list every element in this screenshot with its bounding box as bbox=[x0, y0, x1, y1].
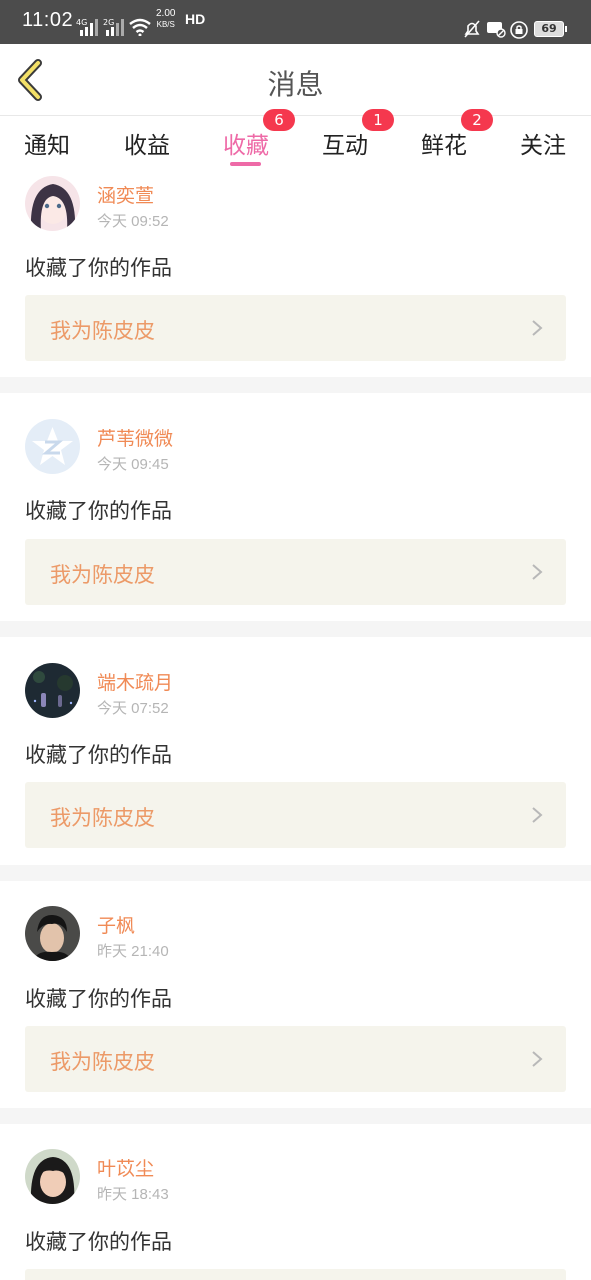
flowers-badge: 2 bbox=[461, 109, 493, 131]
username[interactable]: 叶苡尘 bbox=[97, 1154, 154, 1181]
work-link[interactable]: 我为陈皮皮 bbox=[25, 295, 566, 361]
battery-indicator: 69 bbox=[534, 21, 567, 37]
tab-notifications[interactable]: 通知 bbox=[7, 126, 87, 160]
tab-bar: 通知 收益 收藏 互动 鲜花 关注 bbox=[0, 116, 591, 172]
message-off-icon bbox=[487, 22, 506, 38]
chevron-right-icon bbox=[532, 1051, 543, 1067]
active-tab-indicator bbox=[230, 162, 261, 166]
message-card: 芦苇微微 今天 09:45 收藏了你的作品 我为陈皮皮 bbox=[0, 393, 591, 621]
signal-icon bbox=[80, 19, 98, 36]
message-card: 涵奕萱 今天 09:52 收藏了你的作品 我为陈皮皮 bbox=[0, 172, 591, 377]
work-title: 我为陈皮皮 bbox=[50, 563, 155, 587]
message-time: 昨天 18:43 bbox=[97, 1186, 169, 1203]
message-time: 今天 07:52 bbox=[97, 700, 169, 717]
hd-label: HD bbox=[185, 11, 206, 27]
status-bar: 11:02 4G 2G 2.00 KB/S HD 69 bbox=[0, 0, 591, 44]
divider bbox=[0, 377, 591, 393]
status-time: 11:02 bbox=[22, 9, 74, 31]
divider bbox=[0, 865, 591, 881]
work-link[interactable]: 我为陈皮皮 bbox=[25, 1026, 566, 1092]
username[interactable]: 涵奕萱 bbox=[97, 181, 154, 208]
message-card: 端木疏月 今天 07:52 收藏了你的作品 我为陈皮皮 bbox=[0, 637, 591, 865]
work-title: 我为陈皮皮 bbox=[50, 1050, 155, 1074]
wifi-icon bbox=[129, 18, 151, 36]
network-speed: 2.00 KB/S bbox=[156, 8, 175, 30]
work-link[interactable] bbox=[25, 1269, 566, 1280]
tab-earnings[interactable]: 收益 bbox=[107, 126, 187, 160]
avatar[interactable] bbox=[25, 906, 80, 961]
mute-icon bbox=[464, 20, 480, 38]
work-title: 我为陈皮皮 bbox=[50, 806, 155, 830]
tab-following[interactable]: 关注 bbox=[503, 126, 583, 160]
tab-flowers[interactable]: 鲜花 bbox=[404, 126, 484, 160]
favorites-badge: 6 bbox=[263, 109, 295, 131]
avatar[interactable] bbox=[25, 663, 80, 718]
message-time: 今天 09:45 bbox=[97, 456, 169, 473]
work-link[interactable]: 我为陈皮皮 bbox=[25, 539, 566, 605]
chevron-right-icon bbox=[532, 320, 543, 336]
message-time: 今天 09:52 bbox=[97, 213, 169, 230]
speed-value: 2.00 bbox=[156, 8, 176, 19]
username[interactable]: 芦苇微微 bbox=[97, 424, 173, 451]
avatar-image bbox=[25, 1149, 80, 1204]
avatar-image bbox=[25, 176, 80, 231]
rotation-lock-icon bbox=[510, 21, 528, 39]
message-action: 收藏了你的作品 bbox=[25, 256, 172, 280]
page-title: 消息 bbox=[267, 68, 324, 101]
avatar[interactable] bbox=[25, 176, 80, 231]
username[interactable]: 子枫 bbox=[97, 911, 135, 938]
message-card: 子枫 昨天 21:40 收藏了你的作品 我为陈皮皮 bbox=[0, 881, 591, 1108]
divider bbox=[0, 1108, 591, 1124]
work-title: 我为陈皮皮 bbox=[50, 319, 155, 343]
avatar-image bbox=[25, 906, 80, 961]
message-action: 收藏了你的作品 bbox=[25, 1230, 172, 1254]
speed-unit: KB/S bbox=[156, 20, 175, 29]
avatar[interactable] bbox=[25, 1149, 80, 1204]
message-card: 叶苡尘 昨天 18:43 收藏了你的作品 bbox=[0, 1124, 591, 1280]
tab-favorites[interactable]: 收藏 bbox=[206, 126, 286, 160]
work-link[interactable]: 我为陈皮皮 bbox=[25, 782, 566, 848]
avatar[interactable] bbox=[25, 419, 80, 474]
default-avatar-icon bbox=[25, 419, 80, 474]
interactions-badge: 1 bbox=[362, 109, 394, 131]
chevron-right-icon bbox=[532, 564, 543, 580]
signal-icon-2 bbox=[106, 19, 124, 36]
app-header: 消息 bbox=[0, 44, 591, 116]
message-action: 收藏了你的作品 bbox=[25, 743, 172, 767]
message-action: 收藏了你的作品 bbox=[25, 499, 172, 523]
message-action: 收藏了你的作品 bbox=[25, 987, 172, 1011]
divider bbox=[0, 621, 591, 637]
tab-interactions[interactable]: 互动 bbox=[305, 126, 385, 160]
username[interactable]: 端木疏月 bbox=[97, 668, 173, 695]
message-time: 昨天 21:40 bbox=[97, 943, 169, 960]
avatar-image bbox=[25, 663, 80, 718]
chevron-right-icon bbox=[532, 807, 543, 823]
